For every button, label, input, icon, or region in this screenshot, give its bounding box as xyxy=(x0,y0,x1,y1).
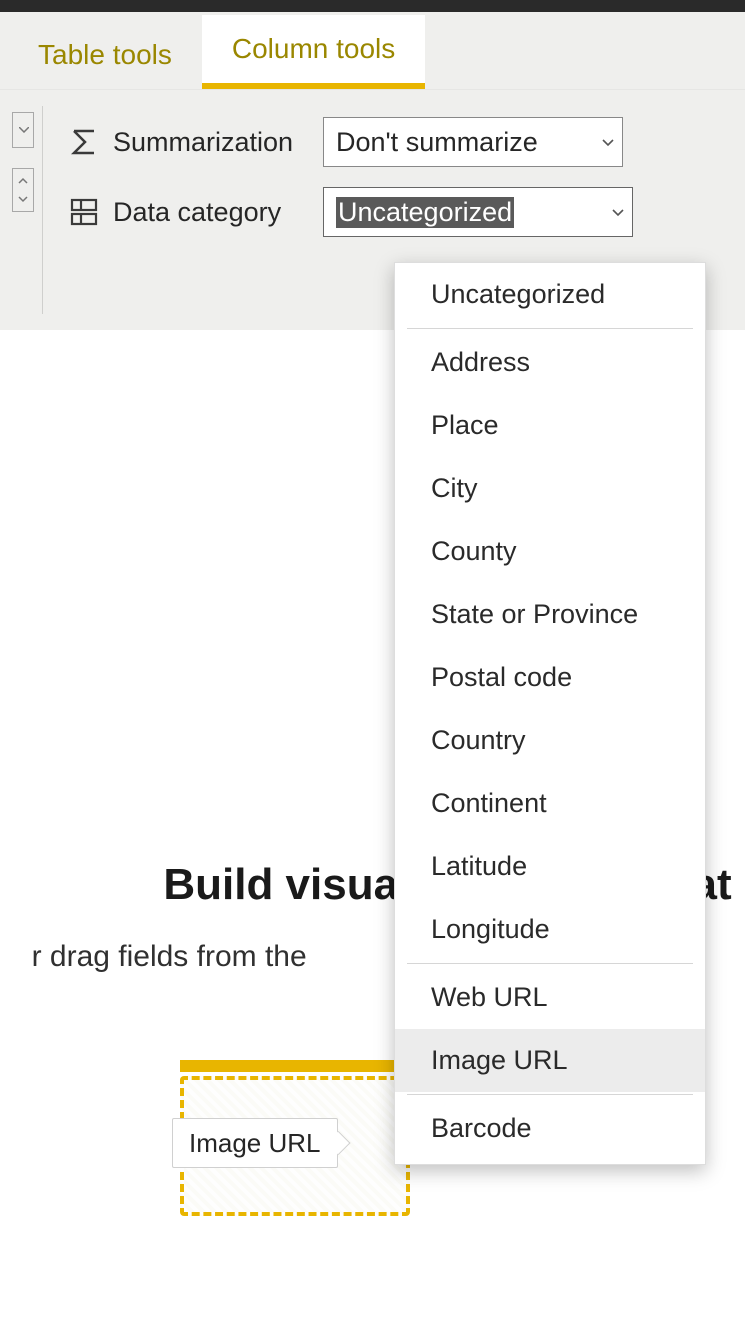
menu-item-city[interactable]: City xyxy=(395,457,705,520)
menu-item-longitude[interactable]: Longitude xyxy=(395,898,705,961)
datacategory-value: Uncategorized xyxy=(336,197,514,228)
ribbon-stub-button[interactable] xyxy=(12,168,34,212)
menu-item-state-or-province[interactable]: State or Province xyxy=(395,583,705,646)
menu-item-place[interactable]: Place xyxy=(395,394,705,457)
window-titlebar xyxy=(0,0,745,12)
menu-separator xyxy=(407,963,693,964)
tab-column-tools[interactable]: Column tools xyxy=(202,15,425,89)
menu-item-address[interactable]: Address xyxy=(395,331,705,394)
summarization-value: Don't summarize xyxy=(336,127,538,158)
sort-icon xyxy=(16,177,30,203)
menu-item-web-url[interactable]: Web URL xyxy=(395,966,705,1029)
summarization-dropdown[interactable]: Don't summarize xyxy=(323,117,623,167)
chevron-down-icon xyxy=(19,127,29,133)
menu-item-country[interactable]: Country xyxy=(395,709,705,772)
menu-separator xyxy=(407,1094,693,1095)
menu-item-postal-code[interactable]: Postal code xyxy=(395,646,705,709)
drag-tooltip: Image URL xyxy=(172,1118,338,1168)
tab-table-tools[interactable]: Table tools xyxy=(8,21,202,89)
menu-item-continent[interactable]: Continent xyxy=(395,772,705,835)
category-icon xyxy=(67,195,101,229)
menu-item-barcode[interactable]: Barcode xyxy=(395,1097,705,1160)
menu-item-uncategorized[interactable]: Uncategorized xyxy=(395,263,705,326)
chevron-down-icon xyxy=(602,134,614,150)
menu-item-image-url[interactable]: Image URL xyxy=(395,1029,705,1092)
menu-item-county[interactable]: County xyxy=(395,520,705,583)
chevron-down-icon xyxy=(612,204,624,220)
sigma-icon xyxy=(67,125,101,159)
datacategory-label: Data category xyxy=(113,197,323,228)
ribbon-left-stub xyxy=(0,90,42,330)
menu-item-latitude[interactable]: Latitude xyxy=(395,835,705,898)
menu-separator xyxy=(407,328,693,329)
datacategory-menu: UncategorizedAddressPlaceCityCountyState… xyxy=(394,262,706,1165)
dropzone-header xyxy=(180,1060,410,1072)
summarization-label: Summarization xyxy=(113,127,323,158)
ribbon-tabs: Table tools Column tools xyxy=(0,12,745,90)
datacategory-dropdown[interactable]: Uncategorized xyxy=(323,187,633,237)
ribbon-stub-dropdown[interactable] xyxy=(12,112,34,148)
